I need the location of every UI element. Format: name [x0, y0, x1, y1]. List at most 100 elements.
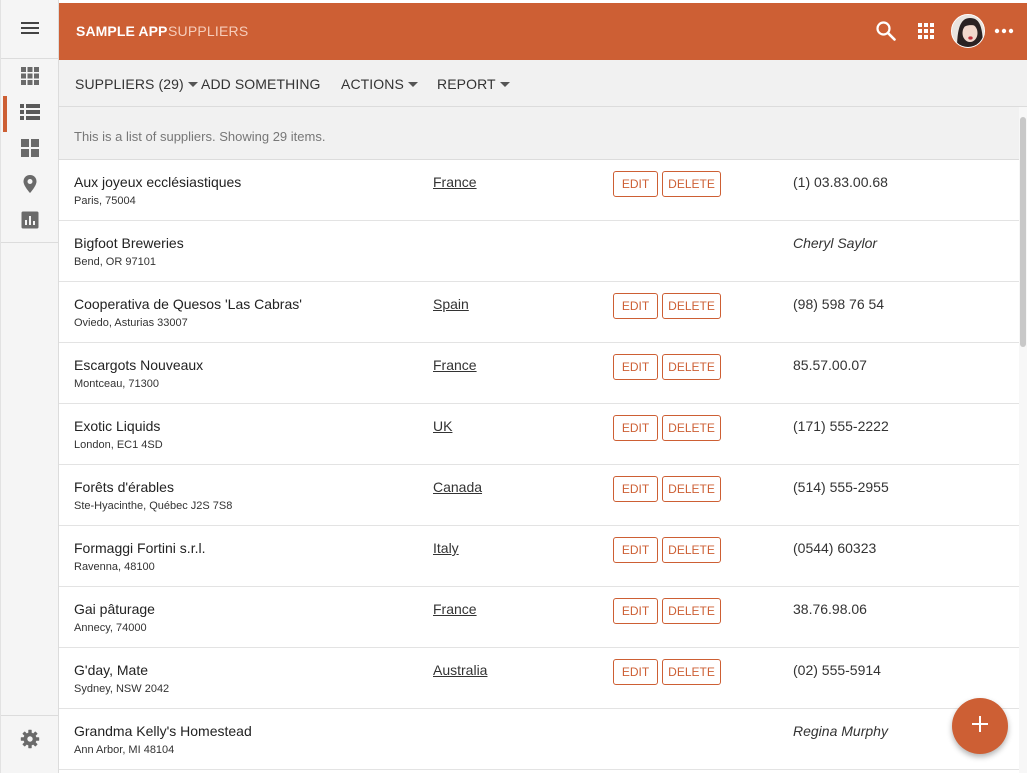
scrollbar-thumb[interactable]: [1020, 117, 1026, 347]
country-link[interactable]: Spain: [433, 296, 469, 312]
supplier-address: Sydney, NSW 2042: [74, 683, 170, 695]
list-icon: [19, 103, 41, 126]
bar-chart-icon: [21, 211, 39, 234]
app-header: SAMPLE APP SUPPLIERS: [59, 3, 1027, 60]
delete-button[interactable]: DELETE: [662, 659, 721, 685]
country-link[interactable]: Italy: [433, 540, 459, 556]
supplier-phone: 85.57.00.07: [793, 357, 867, 373]
edit-button[interactable]: EDIT: [613, 171, 658, 197]
caret-down-icon: [407, 82, 418, 87]
supplier-phone: (514) 555-2955: [793, 479, 889, 495]
dashboard-icon: [20, 138, 40, 163]
scrollbar[interactable]: [1019, 107, 1027, 773]
country-link[interactable]: UK: [433, 418, 452, 434]
caret-down-icon: [499, 82, 510, 87]
report-dropdown-label: REPORT: [437, 76, 496, 92]
edit-button[interactable]: EDIT: [613, 293, 658, 319]
edit-button[interactable]: EDIT: [613, 354, 658, 380]
table-row: Escargots Nouveaux Montceau, 71300 Franc…: [59, 343, 1019, 404]
supplier-name: G'day, Mate: [74, 662, 148, 678]
supplier-name: Formaggi Fortini s.r.l.: [74, 540, 206, 556]
suppliers-dropdown[interactable]: SUPPLIERS (29): [75, 76, 198, 92]
supplier-name: Aux joyeux ecclésiastiques: [74, 174, 242, 190]
delete-button[interactable]: DELETE: [662, 171, 721, 197]
supplier-address: Ste-Hyacinthe, Québec J2S 7S8: [74, 500, 233, 512]
delete-button[interactable]: DELETE: [662, 293, 721, 319]
sidebar-item-dashboard[interactable]: [1, 132, 59, 168]
sidebar-item-reports[interactable]: [1, 204, 59, 240]
sidebar-item-map[interactable]: [1, 168, 59, 204]
supplier-address: Oviedo, Asturias 33007: [74, 317, 188, 329]
delete-button[interactable]: DELETE: [662, 415, 721, 441]
supplier-name: Exotic Liquids: [74, 418, 161, 434]
sidebar-item-grid[interactable]: [1, 60, 59, 96]
actions-dropdown[interactable]: ACTIONS: [341, 76, 418, 92]
supplier-phone: 38.76.98.06: [793, 601, 867, 617]
add-fab-button[interactable]: [952, 698, 1008, 754]
add-something-button[interactable]: ADD SOMETHING: [201, 76, 321, 92]
supplier-name: Escargots Nouveaux: [74, 357, 204, 373]
actions-dropdown-label: ACTIONS: [341, 76, 404, 92]
supplier-address: Ann Arbor, MI 48104: [74, 744, 175, 756]
grid-icon: [20, 66, 40, 91]
apps-icon[interactable]: [914, 19, 938, 43]
supplier-address: London, EC1 4SD: [74, 439, 163, 451]
section-title: SUPPLIERS: [168, 23, 249, 39]
add-something-label: ADD SOMETHING: [201, 76, 321, 92]
sidebar-item-list[interactable]: [1, 96, 59, 132]
supplier-contact: Cheryl Saylor: [793, 235, 878, 251]
supplier-phone: (02) 555-5914: [793, 662, 881, 678]
table-row: Gai pâturage Annecy, 74000 France EDIT D…: [59, 587, 1019, 648]
country-link[interactable]: France: [433, 601, 477, 617]
supplier-list: This is a list of suppliers. Showing 29 …: [59, 107, 1019, 773]
table-row: Exotic Liquids London, EC1 4SD UK EDIT D…: [59, 404, 1019, 465]
settings-button[interactable]: [1, 715, 59, 767]
search-icon[interactable]: [874, 19, 898, 43]
list-summary: This is a list of suppliers. Showing 29 …: [59, 107, 1019, 160]
table-row: Bigfoot Breweries Bend, OR 97101 Cheryl …: [59, 221, 1019, 282]
edit-button[interactable]: EDIT: [613, 415, 658, 441]
country-link[interactable]: Australia: [433, 662, 487, 678]
app-title: SAMPLE APP: [76, 23, 168, 39]
sidebar: [0, 0, 59, 773]
table-row: Cooperativa de Quesos 'Las Cabras' Ovied…: [59, 282, 1019, 343]
report-dropdown[interactable]: REPORT: [437, 76, 510, 92]
avatar[interactable]: [951, 14, 985, 48]
table-row: Aux joyeux ecclésiastiques Paris, 75004 …: [59, 160, 1019, 221]
more-horizontal-icon[interactable]: [992, 19, 1016, 43]
caret-down-icon: [187, 82, 198, 87]
supplier-name: Bigfoot Breweries: [74, 235, 184, 251]
supplier-name: Forêts d'érables: [74, 479, 174, 495]
plus-icon: [971, 715, 989, 738]
delete-button[interactable]: DELETE: [662, 354, 721, 380]
supplier-name: Grandma Kelly's Homestead: [74, 723, 252, 739]
supplier-name: Cooperativa de Quesos 'Las Cabras': [74, 296, 302, 312]
edit-button[interactable]: EDIT: [613, 537, 658, 563]
map-pin-icon: [22, 174, 38, 199]
sidebar-nav: [1, 60, 59, 243]
supplier-phone: (171) 555-2222: [793, 418, 889, 434]
suppliers-dropdown-label: SUPPLIERS (29): [75, 76, 184, 92]
supplier-phone: (1) 03.83.00.68: [793, 174, 888, 190]
supplier-name: Gai pâturage: [74, 601, 155, 617]
delete-button[interactable]: DELETE: [662, 598, 721, 624]
delete-button[interactable]: DELETE: [662, 537, 721, 563]
edit-button[interactable]: EDIT: [613, 659, 658, 685]
supplier-phone: (98) 598 76 54: [793, 296, 885, 312]
table-row: Grandma Kelly's Homestead Ann Arbor, MI …: [59, 709, 1019, 770]
supplier-contact: Regina Murphy: [793, 723, 888, 739]
table-row: G'day, Mate Sydney, NSW 2042 Australia E…: [59, 648, 1019, 709]
country-link[interactable]: Canada: [433, 479, 482, 495]
supplier-address: Ravenna, 48100: [74, 561, 155, 573]
supplier-address: Annecy, 74000: [74, 622, 147, 634]
menu-button[interactable]: [1, 3, 59, 59]
gear-icon: [20, 729, 40, 754]
supplier-address: Bend, OR 97101: [74, 256, 156, 268]
country-link[interactable]: France: [433, 174, 477, 190]
supplier-address: Montceau, 71300: [74, 378, 160, 390]
menu-icon: [20, 20, 40, 41]
country-link[interactable]: France: [433, 357, 477, 373]
edit-button[interactable]: EDIT: [613, 476, 658, 502]
edit-button[interactable]: EDIT: [613, 598, 658, 624]
delete-button[interactable]: DELETE: [662, 476, 721, 502]
